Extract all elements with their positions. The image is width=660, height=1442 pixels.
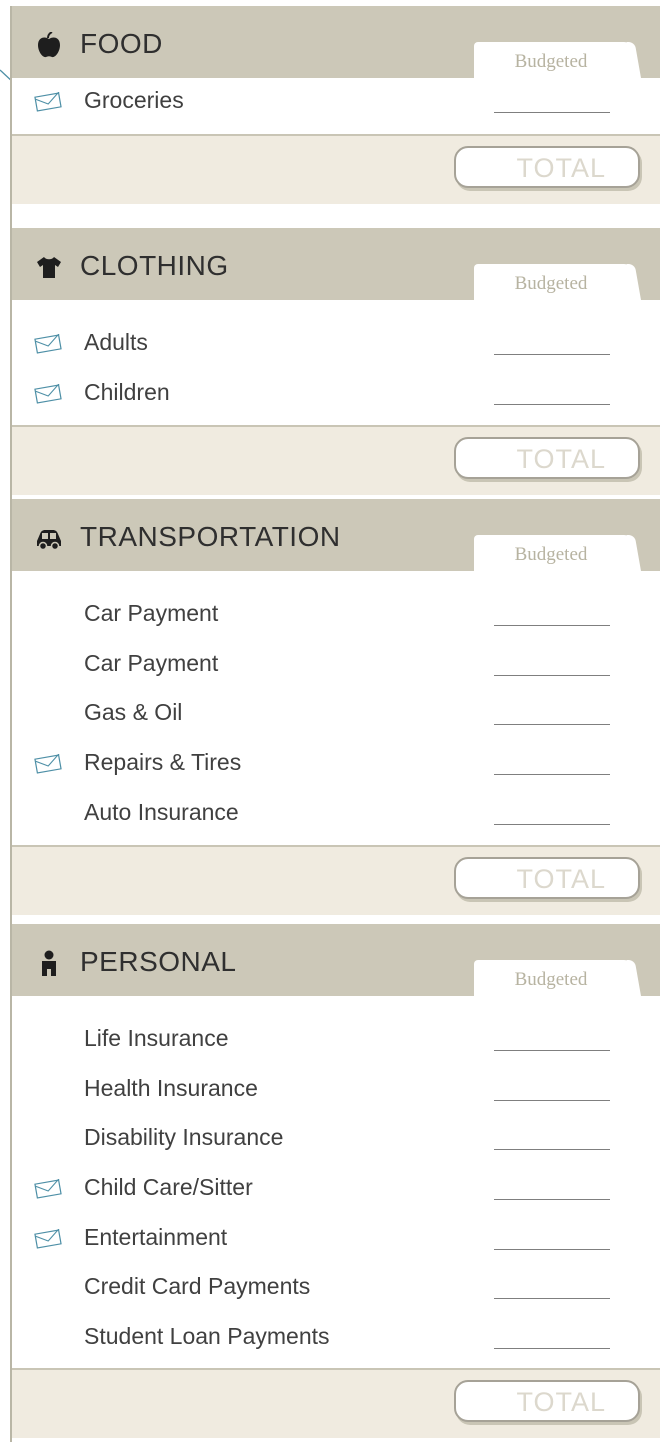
total-band: TOTAL [12, 845, 660, 916]
budget-entry-line[interactable] [494, 1099, 610, 1101]
section-transportation: TRANSPORTATION Budgeted Car Payment Car … [12, 499, 660, 916]
envelope-icon[interactable] [34, 92, 62, 112]
item-label: Children [84, 378, 170, 405]
list-item: Repairs & Tires [12, 740, 660, 790]
item-label: Student Loan Payments [84, 1323, 330, 1350]
list-item: Health Insurance [12, 1066, 660, 1116]
budget-entry-line[interactable] [494, 1050, 610, 1051]
list-item: Car Payment [12, 591, 660, 641]
section-title: PERSONAL [80, 946, 237, 977]
item-list: Life Insurance Health Insurance Disabili… [12, 996, 660, 1368]
section-header: FOOD Budgeted [12, 6, 660, 80]
item-label: Adults [84, 329, 148, 355]
list-item: Children [12, 370, 660, 420]
budget-entry-line[interactable] [494, 112, 610, 113]
section-personal: PERSONAL Budgeted Life Insurance Health … [12, 924, 660, 1438]
list-item: Child Care/Sitter [12, 1165, 660, 1215]
section-header: TRANSPORTATION Budgeted [12, 499, 660, 573]
section-food: FOOD Budgeted Groceries TOTAL [12, 6, 660, 204]
envelope-icon[interactable] [34, 1179, 62, 1199]
budget-sheet: FOOD Budgeted Groceries TOTAL CLOTHING B… [10, 6, 660, 1442]
list-item: Life Insurance [12, 1016, 660, 1066]
list-item: Gas & Oil [12, 690, 660, 740]
list-item: Credit Card Payments [12, 1264, 660, 1314]
budgeted-tab: Budgeted [474, 42, 634, 80]
section-header: PERSONAL Budgeted [12, 924, 660, 998]
envelope-icon[interactable] [34, 1228, 62, 1249]
budget-entry-line[interactable] [494, 403, 610, 405]
section-title: TRANSPORTATION [80, 521, 341, 552]
item-label: Entertainment [84, 1223, 228, 1250]
total-label: TOTAL [516, 864, 606, 895]
total-field[interactable]: TOTAL [454, 1379, 640, 1422]
budget-entry-line[interactable] [494, 1348, 610, 1350]
list-item: Disability Insurance [12, 1115, 660, 1165]
budgeted-tab: Budgeted [474, 535, 634, 573]
item-label: Health Insurance [84, 1074, 258, 1101]
envelope-icon[interactable] [34, 754, 62, 774]
budget-entry-line[interactable] [494, 1199, 610, 1201]
total-field[interactable]: TOTAL [454, 857, 640, 900]
total-label: TOTAL [516, 152, 606, 183]
list-item: Entertainment [12, 1215, 660, 1265]
budget-entry-line[interactable] [494, 674, 610, 676]
budget-entry-line[interactable] [494, 1149, 610, 1151]
budget-entry-line[interactable] [494, 724, 610, 726]
apple-icon [38, 32, 60, 58]
item-label: Auto Insurance [84, 798, 239, 825]
total-label: TOTAL [516, 444, 606, 475]
section-header: CLOTHING Budgeted [12, 228, 660, 302]
total-band: TOTAL [12, 1367, 660, 1438]
item-label: Car Payment [84, 600, 219, 626]
budgeted-tab: Budgeted [474, 264, 634, 302]
list-item: Adults [12, 320, 660, 370]
item-label: Groceries [84, 87, 184, 113]
total-label: TOTAL [516, 1386, 606, 1417]
shirt-icon [37, 257, 61, 278]
budget-entry-line[interactable] [494, 354, 610, 355]
item-label: Gas & Oil [84, 699, 183, 726]
car-icon [37, 530, 61, 551]
item-label: Car Payment [84, 649, 219, 676]
envelope-icon[interactable] [34, 383, 62, 404]
item-label: Life Insurance [84, 1025, 229, 1051]
budget-entry-line[interactable] [494, 774, 610, 776]
total-band: TOTAL [12, 425, 660, 496]
budgeted-tab: Budgeted [474, 960, 634, 998]
budget-entry-line[interactable] [494, 1298, 610, 1300]
item-list: Car Payment Car Payment Gas & Oil Repair… [12, 571, 660, 846]
section-title: CLOTHING [80, 250, 229, 281]
item-label: Child Care/Sitter [84, 1174, 253, 1201]
person-icon [42, 950, 56, 976]
item-label: Credit Card Payments [84, 1273, 311, 1300]
section-clothing: CLOTHING Budgeted Adults Children TOTAL [12, 228, 660, 496]
list-item: Car Payment [12, 641, 660, 691]
budget-entry-line[interactable] [494, 1248, 610, 1250]
budget-entry-line[interactable] [494, 625, 610, 626]
total-field[interactable]: TOTAL [454, 145, 640, 188]
item-list: Adults Children [12, 300, 660, 426]
total-field[interactable]: TOTAL [454, 437, 640, 480]
list-item: Student Loan Payments [12, 1314, 660, 1364]
item-list: Groceries [12, 78, 660, 134]
list-item: Groceries [12, 78, 660, 128]
list-item: Auto Insurance [12, 790, 660, 840]
budget-entry-line[interactable] [494, 823, 610, 825]
section-title: FOOD [80, 28, 163, 59]
item-label: Repairs & Tires [84, 749, 242, 776]
envelope-icon[interactable] [34, 334, 62, 354]
total-band: TOTAL [12, 133, 660, 204]
item-label: Disability Insurance [84, 1124, 284, 1151]
